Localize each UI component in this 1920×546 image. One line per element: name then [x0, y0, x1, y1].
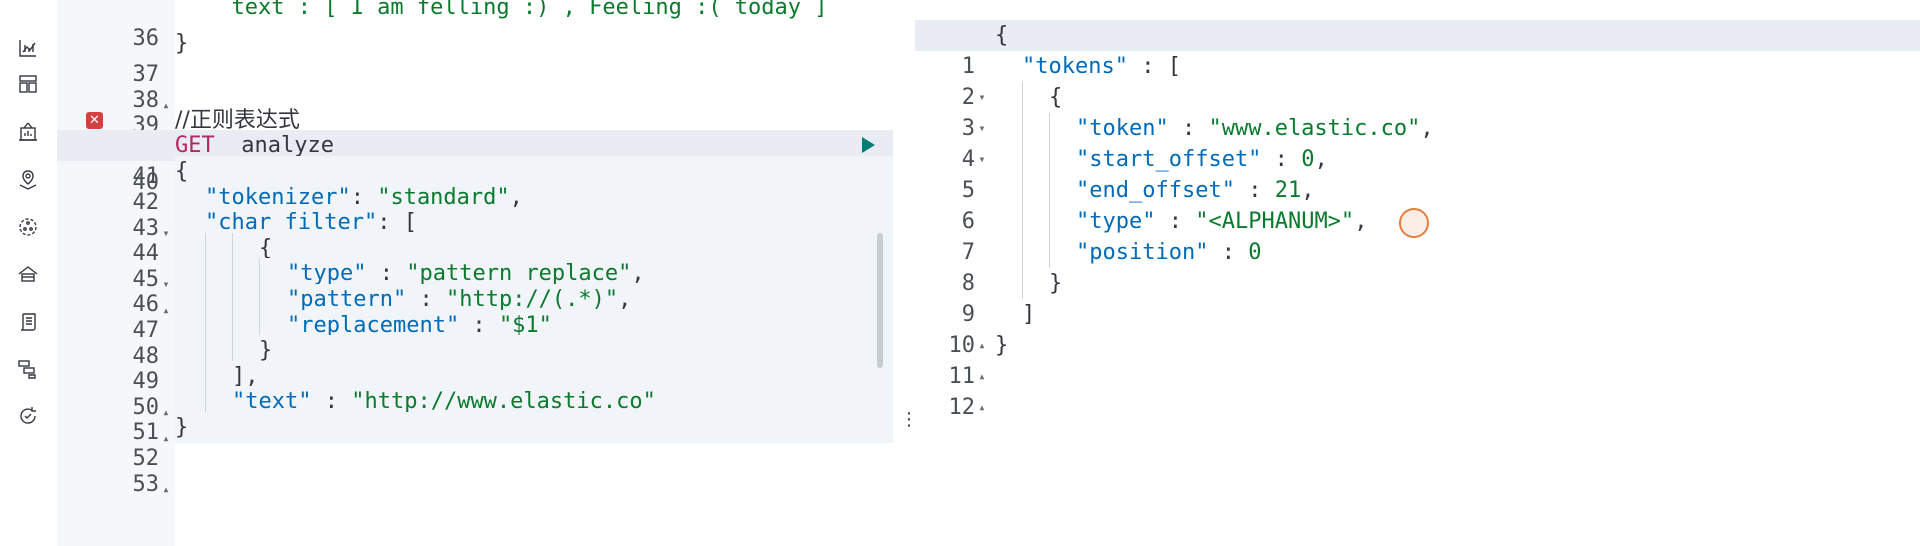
code-text: text : [ I am felling :) , Feeling :( to… [205, 0, 828, 20]
json-key: "tokens" [1022, 54, 1128, 79]
json-sep: : [1208, 240, 1249, 265]
json-key: "end_offset" [1076, 178, 1235, 203]
dashboard-icon[interactable] [16, 72, 40, 96]
json-value: "www.elastic.co" [1208, 116, 1421, 141]
response-viewer[interactable]: 1 ▾ { 2 ▾ "tokens" : [ 3 ▾ { 4 "token" :… [915, 0, 1920, 546]
json-punct: , [1301, 178, 1315, 203]
indent-guide [1049, 206, 1050, 237]
response-line: 3 ▾ { [915, 82, 1920, 166]
logs-icon[interactable] [16, 310, 40, 334]
response-line: 6 "end_offset" : 21, [915, 175, 1920, 234]
fold-toggle-icon[interactable]: ▴ [975, 392, 989, 423]
drag-handle-icon[interactable]: ⋮ [900, 411, 918, 443]
response-line: 8 "position" : 0 [915, 237, 1920, 296]
response-line: 12 [915, 361, 1920, 420]
json-punct: , [1354, 209, 1368, 234]
indent-guide [1049, 113, 1050, 144]
json-sep: : [377, 210, 404, 235]
json-value: "<ALPHANUM>" [1195, 209, 1355, 234]
response-line: 5 "start_offset" : 0, [915, 144, 1920, 203]
json-number: 21 [1274, 178, 1302, 203]
json-punct: , [618, 287, 632, 312]
json-key: "char_filter" [205, 210, 378, 235]
uptime-icon[interactable] [16, 404, 40, 428]
editor-line[interactable]: 53 [57, 438, 893, 497]
json-sep: : [311, 389, 352, 414]
editor-scrollbar[interactable] [877, 233, 883, 368]
indent-guide [1049, 237, 1050, 268]
indent-guide [1022, 268, 1023, 299]
ml-icon[interactable] [16, 215, 40, 239]
json-key: "text" [232, 389, 312, 414]
overview-icon[interactable] [16, 36, 40, 60]
json-punct: , [631, 261, 645, 286]
line-number: 12 [948, 395, 976, 420]
fold-toggle-icon[interactable]: ▴ [159, 474, 173, 505]
http-method: GET [175, 133, 215, 158]
json-number: 0 [1248, 240, 1262, 265]
indent-guide [1022, 82, 1023, 113]
indent-guide [1022, 144, 1023, 175]
json-sep: : [1155, 209, 1196, 234]
panel-resizer[interactable]: ⋮ [893, 0, 918, 546]
request-editor[interactable]: 36 text : [ I am felling :) , Feeling :(… [57, 0, 893, 546]
maps-icon[interactable] [16, 168, 40, 192]
json-key: "token" [1076, 116, 1169, 141]
json-sep: : [1234, 178, 1275, 203]
code-text: { [1049, 85, 1063, 110]
side-nav [0, 0, 58, 546]
response-line: 4 "token" : "www.elastic.co", [915, 113, 1920, 172]
json-key: "position" [1076, 240, 1209, 265]
text-cursor-icon [1399, 208, 1429, 238]
json-punct: [ [1167, 54, 1181, 79]
editor-line[interactable]: 36 text : [ I am felling :) , Feeling :(… [57, 0, 893, 51]
json-sep: : [1127, 54, 1168, 79]
play-icon[interactable] [855, 132, 881, 158]
json-key: "start_offset" [1076, 147, 1262, 172]
response-line: 11 ▴ } [915, 330, 1920, 414]
json-sep: : [1261, 147, 1302, 172]
response-line: 1 ▾ { [915, 20, 1920, 104]
code-text: ] [1022, 302, 1036, 327]
json-value: "http://(.*)" [445, 287, 619, 312]
code-text: } [1049, 271, 1063, 296]
apm-icon[interactable] [16, 357, 40, 381]
response-line: 7 "type" : "<ALPHANUM>", [915, 206, 1920, 265]
code-text: { [995, 23, 1009, 48]
json-punct: [ [403, 210, 417, 235]
json-key: "type" [287, 261, 367, 286]
indent-guide [1022, 113, 1023, 144]
json-value: "pattern_replace" [406, 261, 632, 286]
indent-guide [1049, 144, 1050, 175]
indent-guide [1022, 237, 1023, 268]
json-punct: , [1314, 147, 1328, 172]
indent-guide [1022, 206, 1023, 237]
line-number: 53 [132, 472, 160, 497]
response-line: 9 ▴ } [915, 268, 1920, 352]
json-sep: : [366, 261, 407, 286]
error-icon[interactable]: ✕ [86, 112, 103, 129]
indent-guide [1049, 175, 1050, 206]
request-path: _analyze [228, 133, 334, 158]
infrastructure-icon[interactable] [16, 262, 40, 286]
json-key: "pattern" [287, 287, 407, 312]
indent-guide [1022, 175, 1023, 206]
json-sep: : [406, 287, 446, 312]
canvas-icon[interactable] [16, 120, 40, 144]
json-key: "type" [1076, 209, 1156, 234]
response-line: 2 ▾ "tokens" : [ [915, 51, 1920, 135]
json-punct: , [1420, 116, 1434, 141]
json-sep: : [1168, 116, 1209, 141]
response-line: 10 ▴ ] [915, 299, 1920, 383]
code-text: } [995, 333, 1009, 358]
json-value: "http://www.elastic.co" [351, 389, 656, 414]
json-number: 0 [1301, 147, 1315, 172]
